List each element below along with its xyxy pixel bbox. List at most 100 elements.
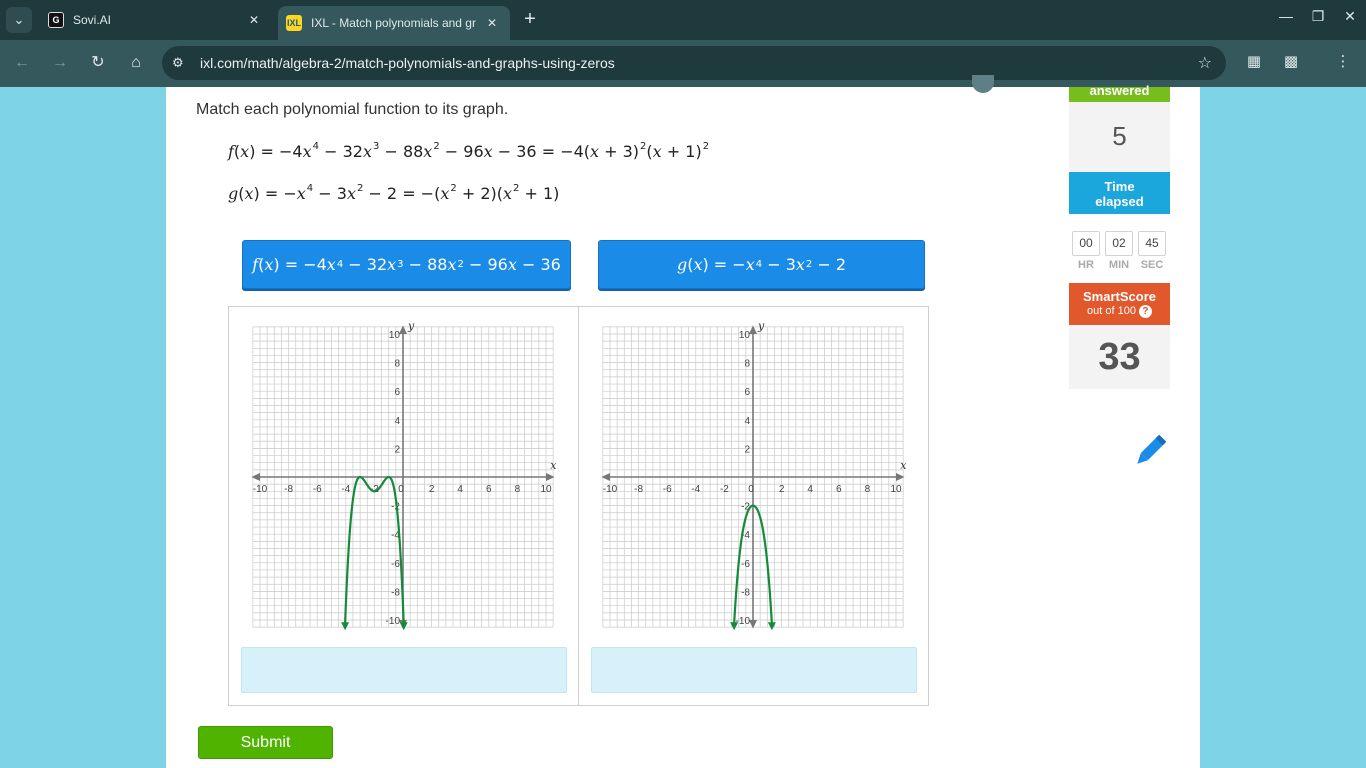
avatar[interactable] (972, 75, 994, 93)
timer-sec-label: SEC (1140, 259, 1164, 271)
back-arrow-icon[interactable]: ← (9, 50, 35, 76)
drop-zone-graph-1[interactable] (241, 647, 567, 693)
draggable-tile-f[interactable]: f(x) = −4 x 4 − 32 x 3 − 88 x 2 − 96 x − 36 (242, 240, 571, 289)
help-question-icon[interactable]: ? (1138, 305, 1152, 318)
tab-ixl[interactable]: IXL IXL - Match polynomials and gr ✕ (278, 6, 510, 40)
x-tick-label: 4 (457, 484, 463, 495)
x-axis-label: x (900, 459, 907, 472)
minimize-icon[interactable]: — (1274, 8, 1298, 24)
graphs-container: x y -10 -8 -6 -4 -2 0 2 4 6 8 10 10 8 6 4 2 -2 -4 -6 -8 -10 xy… (228, 306, 929, 706)
y-tick-label: -8 (741, 587, 750, 598)
x-tick-label: 2 (779, 484, 785, 495)
y-tick-label: 2 (394, 444, 400, 455)
smartscore-subtitle: out of 100? (1069, 304, 1170, 318)
tab-search-chevron-down-icon[interactable]: ⌄ (6, 7, 32, 33)
site-info-icon[interactable]: ⚙ (172, 55, 192, 71)
menu-kebab-icon[interactable]: ⋮ (1331, 52, 1355, 70)
home-icon[interactable]: ⌂ (123, 50, 149, 76)
submit-button[interactable]: Submit (198, 726, 333, 759)
reload-icon[interactable]: ↻ (85, 50, 111, 76)
y-axis-label: y (757, 320, 765, 333)
new-tab-plus-icon[interactable]: + (518, 8, 542, 32)
graph-2: xy-10 -8 -6 -4 -2 0 2 4 6 8 10108642-2-4-6-8-10 (601, 320, 907, 631)
browser-toolbar: ← → ↻ ⌂ ⚙ ixl.com/math/algebra-2/match-p… (0, 40, 1366, 87)
y-tick-label: 4 (744, 416, 750, 427)
x-tick-label: -8 (634, 484, 643, 495)
x-tick-label: -10 (603, 484, 618, 495)
smartscore-label: SmartScore out of 100? (1069, 283, 1170, 325)
y-tick-label: -8 (391, 587, 400, 598)
url-text: ixl.com/math/algebra-2/match-polynomials… (200, 55, 615, 71)
tab-sovi[interactable]: G Sovi.AI ✕ (40, 6, 272, 34)
timer-hr-label: HR (1078, 259, 1094, 271)
y-tick-label: 8 (744, 359, 750, 370)
equation-g: g(x) = −x4 − 3x2 − 2 = −(x2 + 2)(x2 + 1) (228, 183, 560, 203)
graph-1: xy-10 -8 -6 -4 -2 0 2 4 6 8 10108642-2-4-6-8-10 (251, 320, 557, 631)
pencil-icon[interactable] (1130, 431, 1170, 471)
y-tick-label: 6 (744, 387, 750, 398)
x-tick-label: 0 (398, 484, 404, 495)
extensions-puzzle-icon[interactable]: ▩ (1279, 52, 1303, 70)
x-tick-label: -6 (313, 484, 322, 495)
reader-mode-icon[interactable]: ▦ (1242, 52, 1266, 70)
y-tick-label: 2 (744, 444, 750, 455)
window-close-icon[interactable]: ✕ (1338, 8, 1362, 25)
x-tick-label: -4 (691, 484, 700, 495)
ixl-favicon-icon: IXL (286, 15, 302, 31)
browser-tab-bar: ⌄ G Sovi.AI ✕ IXL IXL - Match polynomial… (0, 0, 1366, 40)
time-label-line-2: elapsed (1095, 194, 1144, 209)
x-tick-label: 10 (540, 484, 552, 495)
y-tick-label: 8 (394, 359, 400, 370)
questions-answered-label: answered (1069, 84, 1170, 102)
y-tick-label: -6 (391, 559, 400, 570)
curve-arrow-icon (399, 622, 408, 631)
x-tick-label: 8 (865, 484, 871, 495)
divider (578, 307, 579, 705)
timer-seconds: 45 (1138, 231, 1166, 256)
smartscore-title: SmartScore (1083, 289, 1156, 304)
drop-zone-graph-2[interactable] (591, 647, 917, 693)
close-icon[interactable]: ✕ (482, 16, 502, 30)
timer-min-label: MIN (1108, 259, 1130, 271)
x-tick-label: -6 (663, 484, 672, 495)
draggable-tile-g[interactable]: g(x) = − x 4 − 3x2 − 2 (598, 240, 925, 289)
timer-minutes: 02 (1105, 231, 1133, 256)
y-tick-label: -6 (741, 559, 750, 570)
x-tick-label: 8 (515, 484, 521, 495)
time-label-line-1: Time (1104, 179, 1135, 194)
practice-page: Match each polynomial function to its gr… (166, 75, 1200, 768)
equation-f: f(x) = −4x4 − 32x3 − 88x2 − 96x − 36 = −… (228, 141, 710, 161)
close-icon[interactable]: ✕ (244, 13, 264, 27)
time-elapsed-label: Time elapsed (1069, 172, 1170, 214)
y-axis-label: y (407, 320, 415, 333)
timer: 00 02 45 HR MIN SEC (1069, 214, 1170, 280)
y-tick-label: 6 (394, 387, 400, 398)
smartscore-value: 33 (1069, 325, 1170, 389)
address-bar[interactable]: ⚙ ixl.com/math/algebra-2/match-polynomia… (162, 46, 1226, 80)
y-tick-label: -10 (386, 616, 401, 627)
restore-icon[interactable]: ❐ (1306, 8, 1330, 25)
x-tick-label: 2 (429, 484, 435, 495)
x-tick-label: 6 (836, 484, 842, 495)
forward-arrow-icon[interactable]: → (47, 50, 73, 76)
y-tick-label: 4 (394, 416, 400, 427)
y-tick-label: 10 (739, 330, 751, 341)
x-tick-label: 10 (890, 484, 902, 495)
sovi-favicon-icon: G (48, 12, 64, 28)
smartscore-out-of: out of 100 (1087, 305, 1136, 317)
x-tick-label: -4 (341, 484, 350, 495)
x-tick-label: 0 (748, 484, 754, 495)
x-tick-label: -8 (284, 484, 293, 495)
y-tick-label: 10 (389, 330, 401, 341)
tab-title: IXL - Match polynomials and gr (311, 16, 476, 30)
y-tick-label: -10 (736, 616, 751, 627)
questions-answered-value: 5 (1069, 102, 1170, 171)
x-axis-label: x (550, 459, 557, 472)
bookmark-star-icon[interactable]: ☆ (1198, 53, 1212, 73)
x-tick-label: 4 (807, 484, 813, 495)
question-prompt: Match each polynomial function to its gr… (196, 101, 509, 118)
timer-hours: 00 (1072, 231, 1100, 256)
x-tick-label: -10 (253, 484, 268, 495)
tab-title: Sovi.AI (73, 13, 112, 27)
curve-arrow-icon (341, 622, 350, 631)
